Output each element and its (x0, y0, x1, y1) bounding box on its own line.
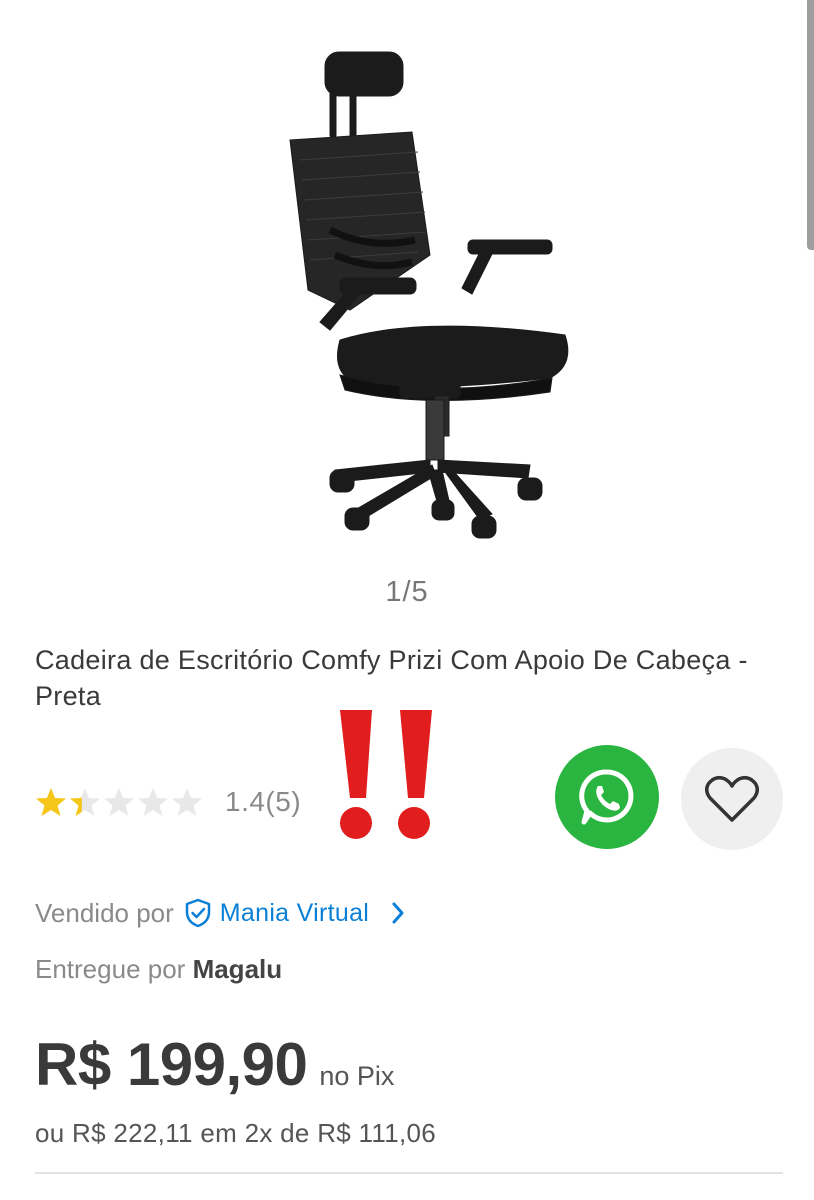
installment-info: ou R$ 222,11 em 2x de R$ 111,06 (35, 1118, 437, 1148)
star-icon (104, 788, 134, 816)
whatsapp-icon (579, 769, 634, 825)
star-icon (70, 788, 100, 816)
double-exclamation-icon (340, 710, 432, 839)
seller-prefix: Vendido por (35, 897, 174, 928)
rating-stars (35, 786, 203, 818)
image-counter: 1/5 (385, 576, 429, 608)
price-method: no Pix (319, 1061, 395, 1091)
price-value: R$ 199,90 (35, 1031, 308, 1098)
delivery-prefix: Entregue por (35, 954, 186, 984)
divider (35, 1172, 783, 1174)
price: R$ 199,90 no Pix (35, 1030, 394, 1099)
star-icon (172, 788, 202, 816)
product-image[interactable] (180, 40, 640, 560)
delivery-brand: Magalu (192, 954, 283, 984)
product-title: Cadeira de Escritório Comfy Prizi Com Ap… (35, 645, 748, 711)
whatsapp-share-button[interactable] (555, 745, 659, 849)
star-icon (138, 788, 168, 816)
shield-check-icon (185, 898, 211, 928)
seller-link[interactable]: Mania Virtual (184, 898, 413, 928)
seller-name: Mania Virtual (219, 898, 370, 927)
seller-info: Vendido por Mania Virtual (35, 893, 413, 933)
delivery-info: Entregue por Magalu (35, 954, 282, 985)
heart-outline-icon (705, 775, 759, 822)
rating-value: 1.4(5) (225, 786, 302, 817)
star-icon (36, 788, 66, 816)
favorite-button[interactable] (681, 748, 783, 850)
scrollbar-thumb[interactable] (807, 0, 814, 250)
rating[interactable]: 1.4(5) (35, 780, 301, 824)
chevron-right-icon (392, 902, 404, 924)
